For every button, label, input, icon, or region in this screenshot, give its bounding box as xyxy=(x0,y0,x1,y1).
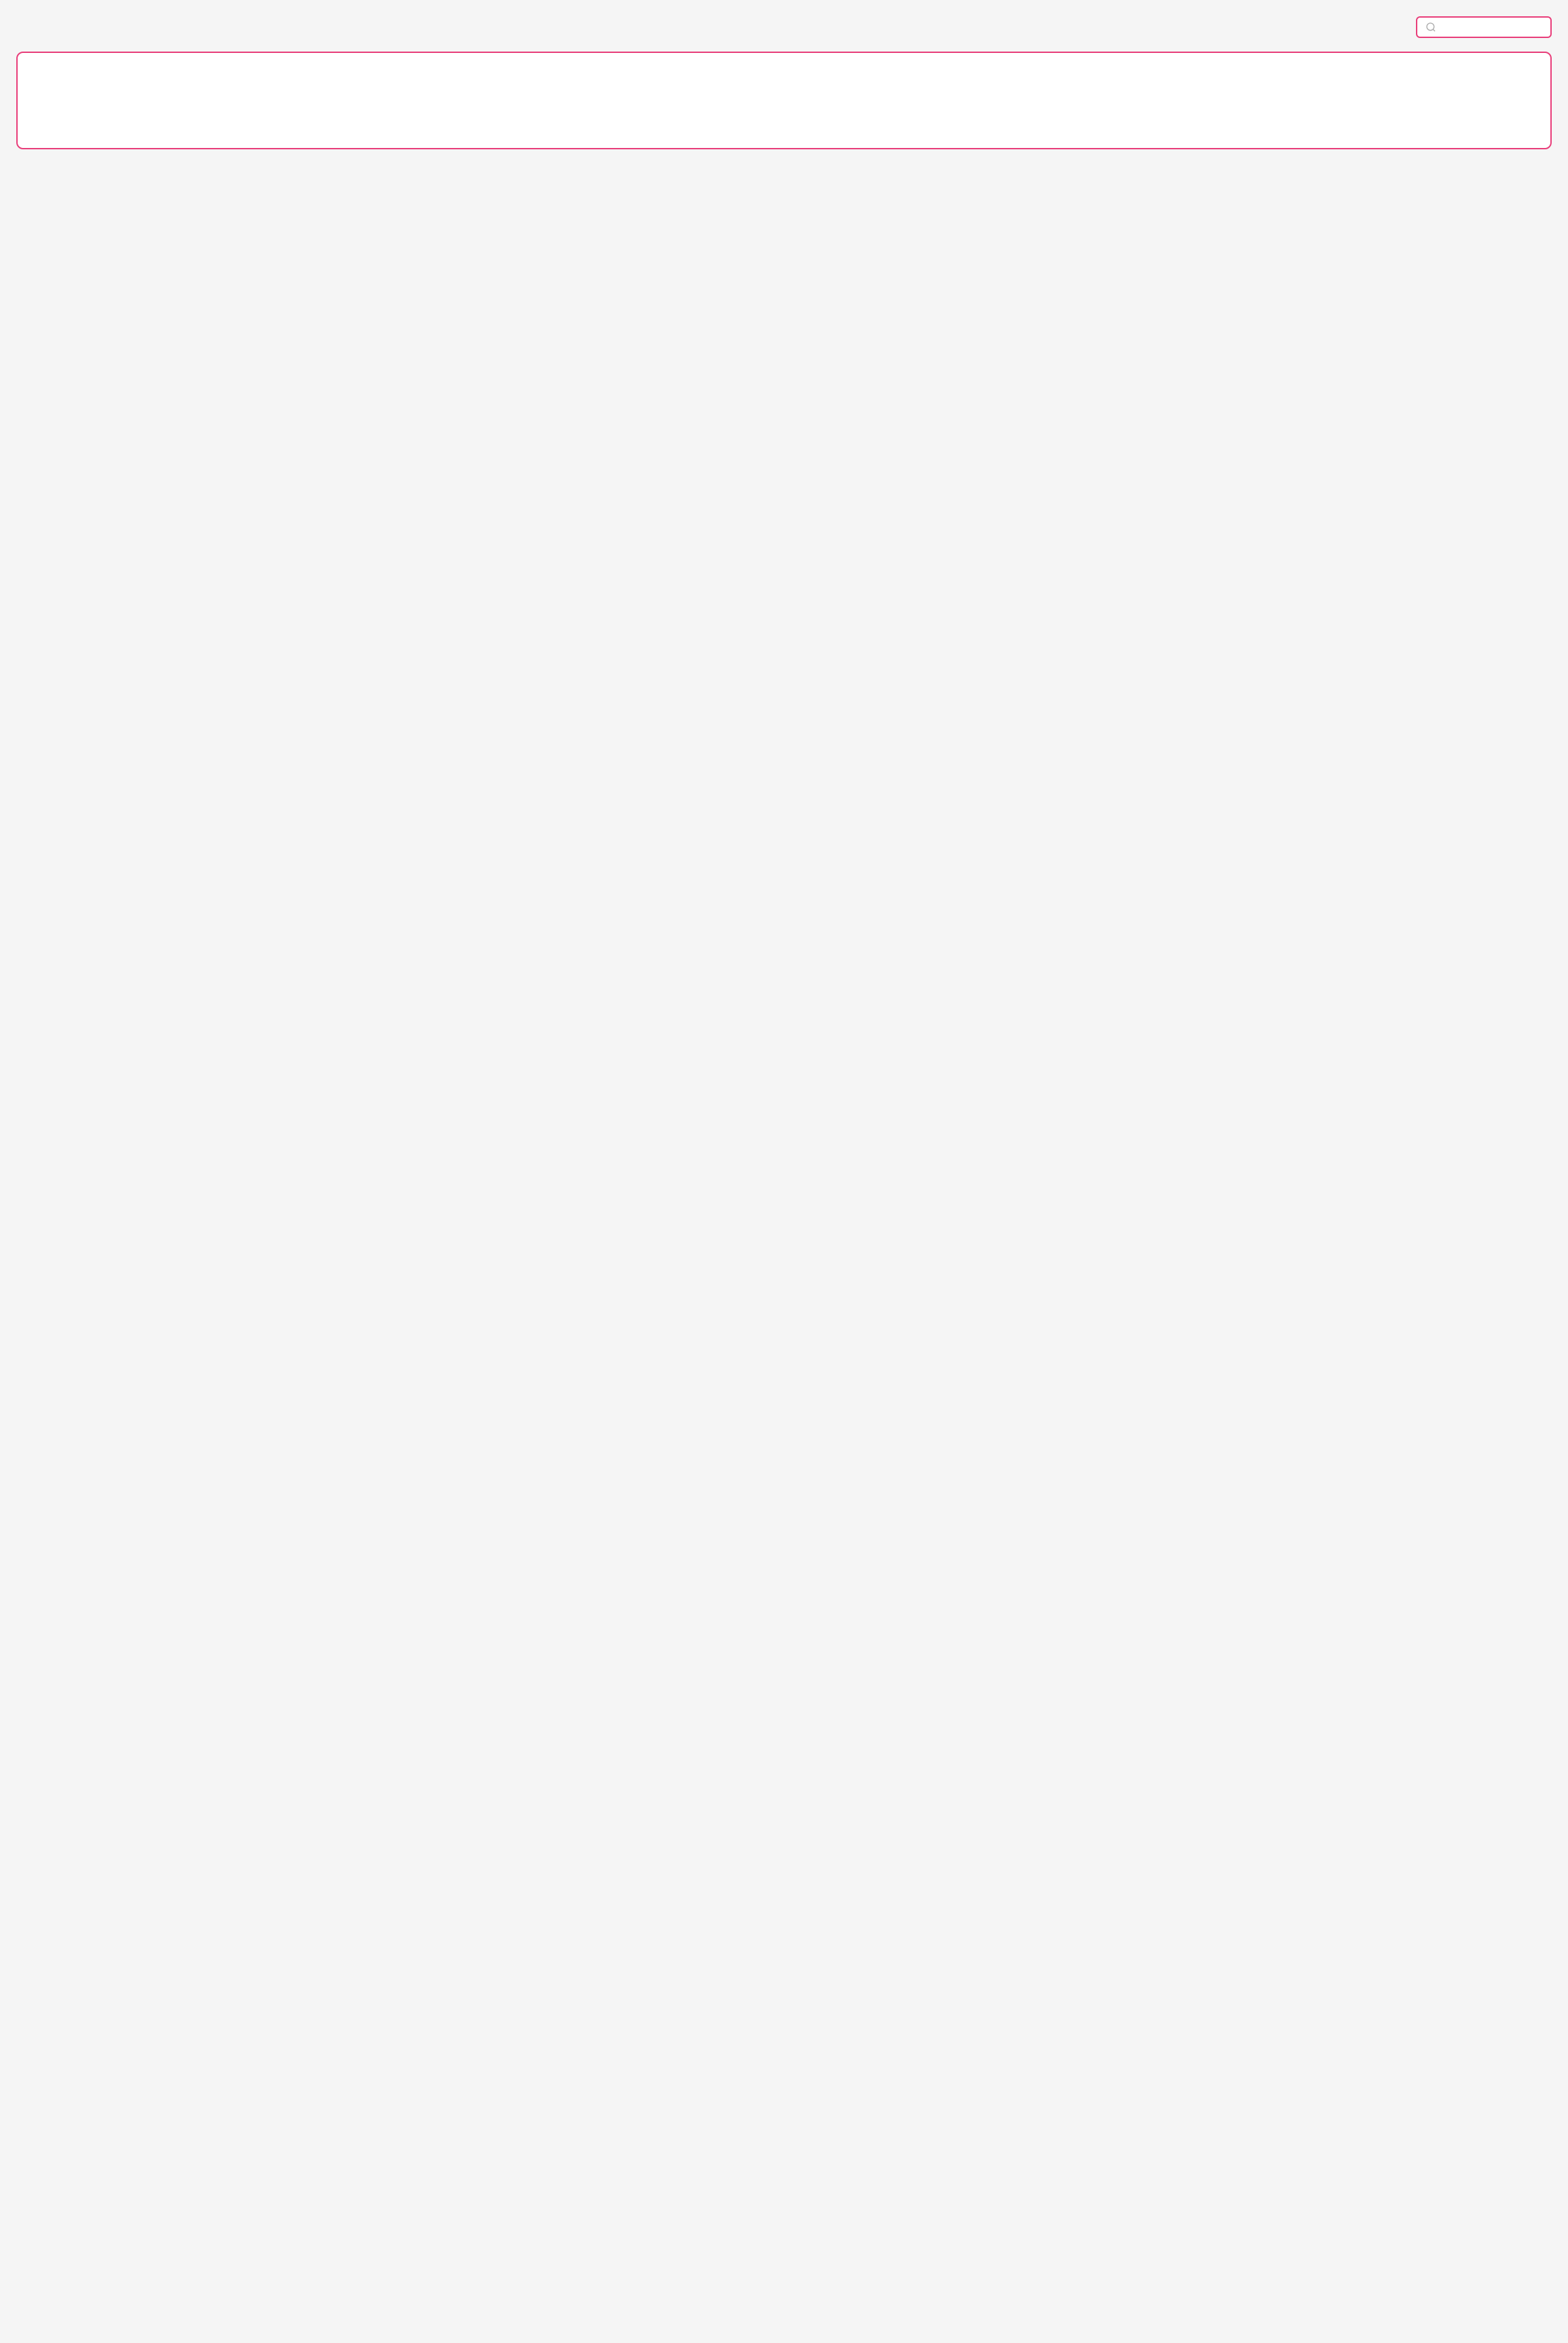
search-input[interactable] xyxy=(1442,22,1542,33)
main-container xyxy=(16,52,1552,149)
search-icon xyxy=(1425,22,1436,33)
search-box[interactable] xyxy=(1416,16,1552,38)
